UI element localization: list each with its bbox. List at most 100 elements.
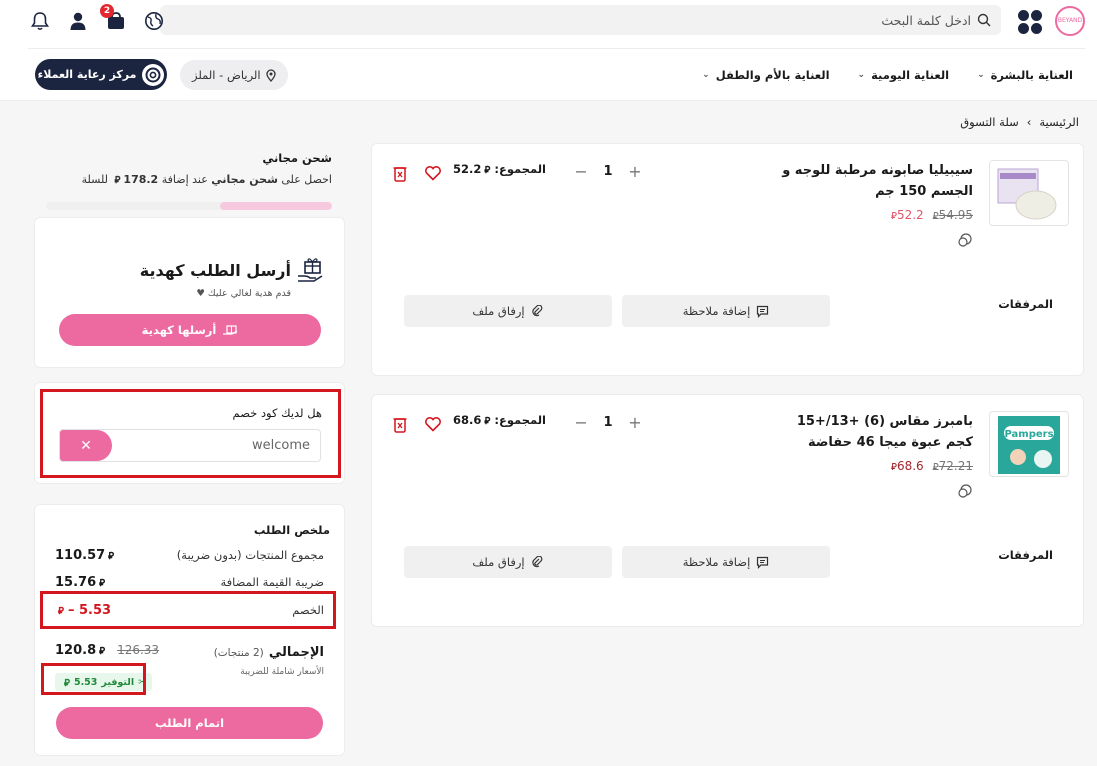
header-divider: [28, 48, 1085, 49]
header-row: BEYAND 2: [28, 4, 1085, 37]
gift-title: أرسل الطلب كهدية: [139, 261, 291, 280]
send-as-gift-label: أرسلها كهدية: [141, 323, 217, 337]
attach-file-button[interactable]: إرفاق ملف: [404, 295, 612, 327]
product-title[interactable]: سيبيليا صابونه مرطبة للوجه و الجسم 150 ج…: [773, 160, 973, 202]
total-label-group: الإجمالي (2 منتجات): [214, 641, 324, 660]
customer-care-label: مركز رعاية العملاء: [37, 68, 137, 81]
tax-coins-icon: [957, 483, 973, 499]
old-price: ⃁54.95: [932, 208, 973, 222]
location-selector[interactable]: الرياض - الملز: [180, 60, 288, 90]
wishlist-heart-icon[interactable]: [424, 164, 442, 182]
subtotal-label: مجموع المنتجات (بدون ضريبة): [176, 548, 324, 562]
checkout-label: اتمام الطلب: [154, 716, 225, 730]
nav-item-daily-care[interactable]: العناية اليومية ⌄: [858, 68, 950, 82]
product-prices: ⃁72.21 ⃁68.6: [888, 459, 973, 473]
attachments-label: المرفقات: [998, 297, 1053, 311]
attach-file-button[interactable]: إرفاق ملف: [404, 546, 612, 578]
decrease-qty-button[interactable]: −: [571, 412, 591, 432]
lifebuoy-icon: [142, 63, 165, 86]
gift-icon: [222, 322, 238, 338]
decrease-qty-button[interactable]: −: [571, 161, 591, 181]
delete-trash-icon[interactable]: [392, 415, 408, 433]
store-logo[interactable]: BEYAND: [1055, 6, 1085, 36]
wishlist-heart-icon[interactable]: [424, 415, 442, 433]
cart-count-badge: 2: [100, 4, 114, 18]
gift-subtitle: قدم هدية لغالي عليك ♥: [196, 288, 291, 299]
cart-item: Pampers بامبرز مقاس (6) +13/+15 كجم عبوة…: [371, 394, 1084, 627]
free-shipping-text: احصل على شحن مجاني عند إضافة 178.2⃁ للسل…: [81, 173, 332, 186]
coupon-highlight-box: [40, 389, 341, 478]
total-count: (2 منتجات): [213, 646, 264, 659]
note-icon: [756, 305, 769, 318]
categories-grid-icon[interactable]: [1017, 9, 1043, 35]
checkout-button[interactable]: اتمام الطلب: [56, 707, 323, 739]
header-icons: 2: [28, 4, 166, 35]
attach-file-label: إرفاق ملف: [472, 304, 525, 318]
add-note-label: إضافة ملاحظة: [682, 555, 751, 569]
add-note-button[interactable]: إضافة ملاحظة: [622, 546, 830, 578]
add-note-label: إضافة ملاحظة: [682, 304, 751, 318]
nav-label: العناية بالأم والطفل: [715, 68, 830, 82]
chevron-down-icon: ⌄: [977, 70, 985, 80]
tax-coins-icon: [957, 232, 973, 248]
chevron-down-icon: ⌄: [702, 70, 710, 80]
subtotal-row: مجموع المنتجات (بدون ضريبة) 110.57 ⃁: [55, 546, 324, 564]
pack-brand: Pampers: [1004, 429, 1053, 440]
item-total: المجموع: ⃁68.6: [453, 413, 546, 427]
send-as-gift-button[interactable]: أرسلها كهدية: [59, 314, 321, 346]
increase-qty-button[interactable]: +: [625, 412, 645, 432]
total-old: 126.33: [117, 643, 160, 657]
notifications-bell-icon[interactable]: [28, 9, 52, 33]
item-total: المجموع: ⃁52.2: [453, 162, 546, 176]
nav-item-mother-baby[interactable]: العناية بالأم والطفل ⌄: [702, 68, 829, 82]
gift-panel: أرسل الطلب كهدية قدم هدية لغالي عليك ♥ أ…: [34, 217, 345, 368]
breadcrumb-current: سلة التسوق: [960, 115, 1019, 129]
new-price: ⃁68.6: [891, 459, 924, 473]
old-price: ⃁72.21: [932, 459, 973, 473]
free-shipping-title: شحن مجاني: [262, 151, 332, 165]
subtotal-value: 110.57 ⃁: [55, 547, 115, 563]
account-user-icon[interactable]: [66, 9, 90, 33]
nav-label: العناية بالبشرة: [990, 68, 1073, 82]
location-pin-icon: [265, 68, 276, 82]
add-note-button[interactable]: إضافة ملاحظة: [622, 295, 830, 327]
free-shipping-progress-fill: [220, 202, 332, 210]
product-prices: ⃁54.95 ⃁52.2: [888, 208, 973, 222]
quantity-value: 1: [603, 163, 613, 179]
nav-item-skincare[interactable]: العناية بالبشرة ⌄: [977, 68, 1073, 82]
quantity-stepper: + 1 −: [571, 409, 645, 435]
search-bar[interactable]: [160, 5, 1001, 35]
customer-care-button[interactable]: مركز رعاية العملاء: [35, 59, 167, 90]
location-text: الرياض - الملز: [192, 68, 261, 82]
tax-note: الأسعار شاملة للضريبة: [240, 667, 324, 677]
search-input[interactable]: [571, 12, 971, 28]
cart-icon[interactable]: 2: [100, 4, 128, 33]
total-row: الإجمالي (2 منتجات) 126.33 120.8 ⃁: [55, 641, 324, 660]
new-price: ⃁52.2: [891, 208, 924, 222]
cart-item: سيبيليا صابونه مرطبة للوجه و الجسم 150 ج…: [371, 143, 1084, 376]
vat-label: ضريبة القيمة المضافة: [220, 575, 324, 589]
search-icon: [977, 13, 991, 27]
product-image[interactable]: Pampers: [989, 411, 1069, 477]
total-values: 126.33 120.8 ⃁: [55, 643, 159, 658]
breadcrumb-home[interactable]: الرئيسية: [1039, 115, 1079, 129]
paperclip-icon: [531, 555, 544, 569]
breadcrumb-separator: ›: [1026, 115, 1032, 129]
order-summary-panel: ملخص الطلب مجموع المنتجات (بدون ضريبة) 1…: [34, 504, 345, 756]
delete-trash-icon[interactable]: [392, 164, 408, 182]
discount-highlight-box: [40, 591, 336, 629]
logo-text: BEYAND: [1057, 17, 1083, 24]
paperclip-icon: [531, 304, 544, 318]
product-title[interactable]: بامبرز مقاس (6) +13/+15 كجم عبوة ميجا 46…: [773, 411, 973, 453]
note-icon: [756, 556, 769, 569]
attachments-label: المرفقات: [998, 548, 1053, 562]
main-nav: العناية بالبشرة ⌄ العناية اليومية ⌄ العناي…: [702, 60, 1073, 90]
product-image[interactable]: [989, 160, 1069, 226]
vat-row: ضريبة القيمة المضافة 15.76 ⃁: [55, 573, 324, 591]
summary-title: ملخص الطلب: [253, 523, 330, 537]
increase-qty-button[interactable]: +: [625, 161, 645, 181]
vat-value: 15.76 ⃁: [55, 574, 106, 590]
language-globe-icon[interactable]: [142, 9, 166, 33]
attach-file-label: إرفاق ملف: [472, 555, 525, 569]
free-shipping-progress: [46, 202, 332, 210]
